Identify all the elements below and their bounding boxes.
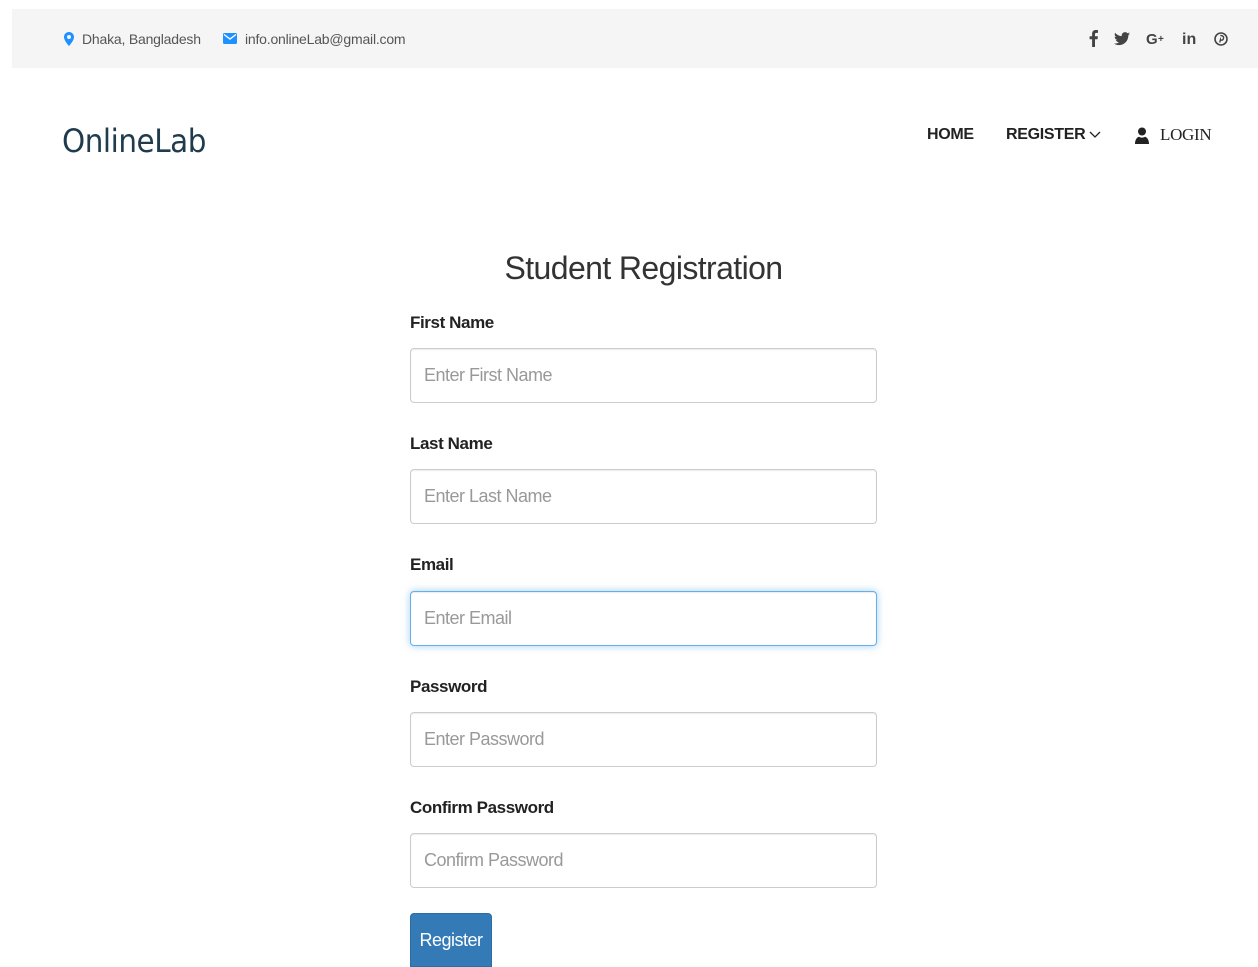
chevron-down-icon <box>1089 131 1101 138</box>
linkedin-icon[interactable]: in <box>1182 29 1198 49</box>
email-input[interactable] <box>410 591 877 646</box>
register-button[interactable]: Register <box>410 913 492 967</box>
location-info: Dhaka, Bangladesh <box>64 9 201 68</box>
nav-register-dropdown[interactable]: REGISTER <box>1006 120 1101 150</box>
nav-register-label: REGISTER <box>1006 126 1086 143</box>
confirm-password-input[interactable] <box>410 833 877 888</box>
google-plus-icon[interactable]: G + <box>1146 29 1166 49</box>
svg-text:G: G <box>1146 32 1158 46</box>
svg-text:in: in <box>1182 31 1196 46</box>
pinterest-icon[interactable] <box>1214 29 1228 49</box>
location-text: Dhaka, Bangladesh <box>82 30 201 47</box>
nav-login-label: LOGIN <box>1160 125 1212 144</box>
last-name-label: Last Name <box>410 434 493 453</box>
password-input[interactable] <box>410 712 877 767</box>
nav-home[interactable]: HOME <box>927 120 974 150</box>
top-info-bar: Dhaka, Bangladesh info.onlineLab@gmail.c… <box>12 9 1258 68</box>
site-logo[interactable]: OnlineLab <box>62 122 206 160</box>
twitter-icon[interactable] <box>1114 29 1130 49</box>
facebook-icon[interactable] <box>1089 29 1098 49</box>
first-name-label: First Name <box>410 313 494 332</box>
password-label: Password <box>410 677 488 696</box>
map-marker-icon <box>64 31 74 46</box>
first-name-input[interactable] <box>410 348 877 403</box>
svg-text:+: + <box>1158 34 1164 45</box>
email-label: Email <box>410 555 454 574</box>
confirm-password-label: Confirm Password <box>410 798 554 817</box>
social-links: G + in <box>1089 9 1228 68</box>
page-title: Student Registration <box>504 250 784 286</box>
email-info: info.onlineLab@gmail.com <box>223 9 406 68</box>
email-text[interactable]: info.onlineLab@gmail.com <box>245 31 406 47</box>
user-icon <box>1135 127 1149 144</box>
last-name-input[interactable] <box>410 469 877 524</box>
envelope-icon <box>223 33 237 44</box>
nav-login[interactable]: LOGIN <box>1134 120 1212 150</box>
nav-home-label: HOME <box>927 126 974 143</box>
